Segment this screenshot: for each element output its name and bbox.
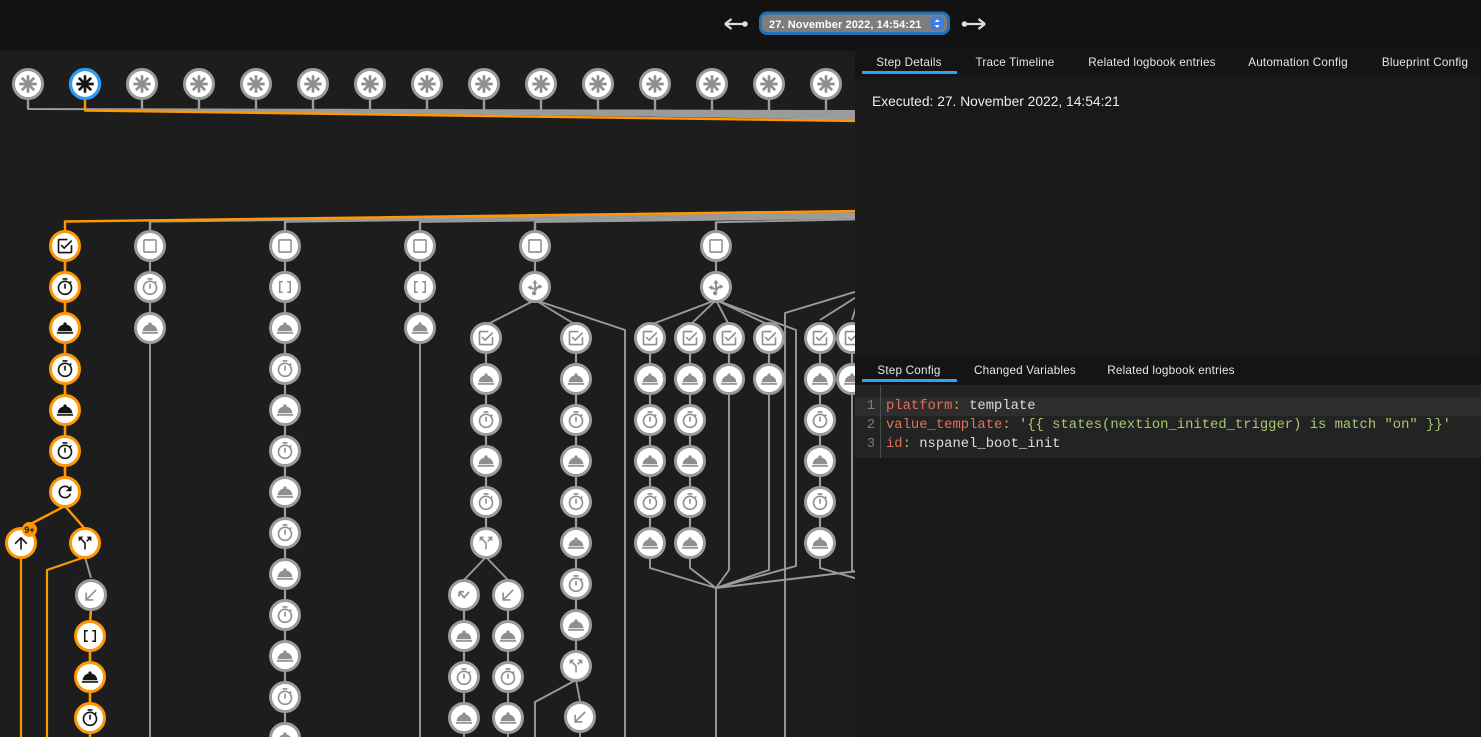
- svg-text:27. November 2022, 14:54:21: 27. November 2022, 14:54:21: [769, 19, 922, 31]
- svg-text:9+: 9+: [24, 525, 34, 535]
